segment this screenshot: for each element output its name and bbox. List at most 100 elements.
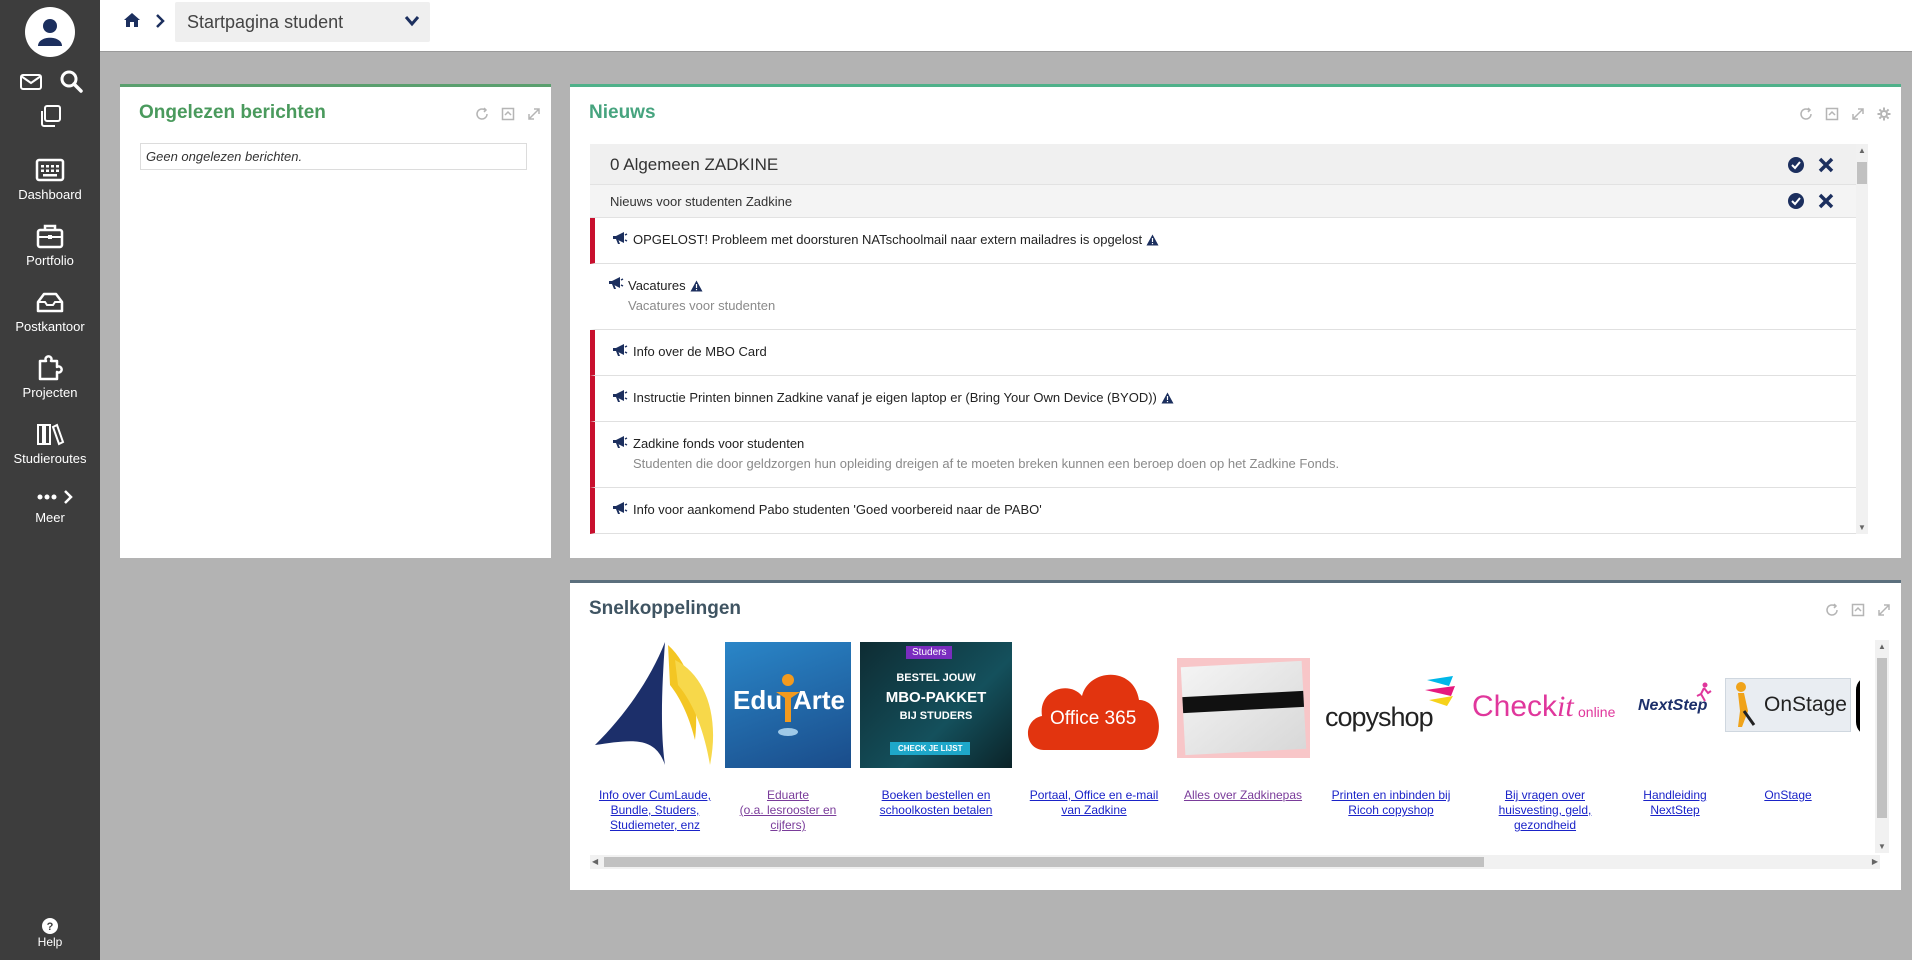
more-icon (37, 490, 73, 504)
news-item-title: Vacatures (628, 278, 703, 293)
minimize-icon[interactable] (501, 107, 515, 121)
quicklink-caption[interactable]: Printen en inbinden bij Ricoh copyshop (1316, 788, 1466, 818)
quicklinks-vscrollbar[interactable]: ▲ ▼ (1875, 640, 1889, 853)
empty-message: Geen ongelezen berichten. (140, 143, 527, 170)
news-item-title: Zadkine fonds voor studenten (633, 436, 805, 451)
news-sub-header[interactable]: Nieuws voor studenten Zadkine (590, 185, 1860, 218)
copy-icon[interactable] (38, 104, 62, 128)
refresh-icon[interactable] (1799, 107, 1813, 121)
panel-berichten: Ongelezen berichten Geen ongelezen beric… (120, 84, 551, 558)
quicklink-checkit[interactable]: Check it online Bij vragen over huisvesti… (1470, 640, 1620, 832)
gear-icon[interactable] (1877, 107, 1891, 121)
quicklink-caption[interactable]: Portaal, Office en e-mail van Zadkine (1019, 788, 1169, 818)
quicklink-eduarte[interactable]: Edu Arte Eduarte (o.a. lesrooster en cijfe… (725, 640, 851, 832)
refresh-icon[interactable] (1825, 603, 1839, 617)
user-icon (38, 19, 62, 46)
onstage-logo: OnStage (1725, 678, 1851, 732)
news-item[interactable]: Instructie Printen binnen Zadkine vanaf … (590, 376, 1860, 422)
news-sub-title: Nieuws voor studenten Zadkine (610, 194, 793, 209)
zadkinepas-card (1176, 658, 1310, 758)
megaphone-icon (609, 277, 624, 289)
studers-logo: Studers BESTEL JOUW MBO-PAKKET BIJ STUDE… (860, 642, 1012, 768)
nav-label: Portfolio (26, 253, 74, 268)
partial-logo (1856, 676, 1860, 736)
news-item-title: OPGELOST! Probleem met doorsturen NATsch… (633, 232, 1159, 247)
header-actions (1788, 157, 1834, 173)
news-group-header[interactable]: 0 Algemeen ZADKINE (590, 144, 1860, 185)
quicklink-cumlaude[interactable]: Info over CumLaude, Bundle, Studers, Studi… (590, 640, 720, 832)
quicklink-zadkinepas[interactable]: Alles over Zadkinepas (1173, 640, 1313, 802)
chevron-down-icon (404, 16, 420, 27)
news-scrollbar[interactable]: ▲ ▼ (1856, 144, 1868, 534)
cumlaude-logo (595, 642, 714, 765)
top-bar: Startpagina student (100, 0, 1912, 52)
quicklink-caption[interactable]: Info over CumLaude, Bundle, Studers, Studi… (590, 788, 720, 833)
svg-text:?: ? (47, 921, 54, 933)
nav-dashboard[interactable]: Dashboard (0, 157, 100, 202)
puzzle-icon (38, 355, 63, 381)
news-item[interactable]: Vacatures Vacatures voor studenten (590, 264, 1860, 330)
panel-title: Snelkoppelingen (589, 598, 742, 619)
quicklink-caption[interactable]: Boeken bestellen en schoolkosten betalen (860, 788, 1012, 818)
check-icon[interactable] (1788, 157, 1804, 173)
refresh-icon[interactable] (475, 107, 489, 121)
nextstep-logo: NextStep (1630, 640, 1720, 770)
nav-projecten[interactable]: Projecten (0, 355, 100, 400)
eduarte-logo: Edu Arte (725, 642, 851, 768)
quicklink-office365[interactable]: Office 365 Portaal, Office en e-mail van … (1019, 640, 1169, 817)
nav-meer[interactable]: Meer (0, 488, 100, 525)
quicklink-caption[interactable]: Bij vragen over huisvesting, geld, gezondh… (1470, 788, 1620, 833)
close-icon[interactable] (1818, 157, 1834, 173)
quicklink-nextstep[interactable]: NextStep Handleiding NextStep (1630, 640, 1720, 817)
quicklink-caption[interactable]: Alles over Zadkinepas (1173, 788, 1313, 803)
expand-icon[interactable] (527, 107, 541, 121)
quicklink-onstage[interactable]: OnStage OnStage (1724, 640, 1852, 802)
panel-tools (475, 107, 541, 121)
news-item[interactable]: Zadkine fonds voor studenten Studenten d… (590, 422, 1860, 488)
warning-icon (1146, 234, 1159, 246)
check-icon[interactable] (1788, 193, 1804, 209)
mail-icon[interactable] (19, 70, 43, 94)
search-icon[interactable] (59, 69, 83, 93)
scrollbar-thumb[interactable] (604, 857, 1484, 867)
news-item[interactable]: OPGELOST! Probleem met doorsturen NATsch… (590, 218, 1860, 264)
quicklink-partial[interactable] (1856, 640, 1860, 736)
dashboard-icon (35, 158, 65, 182)
megaphone-icon (613, 344, 628, 356)
quicklink-copyshop[interactable]: copyshop Printen en inbinden bij Ricoh co… (1316, 640, 1466, 817)
minimize-icon[interactable] (1825, 107, 1839, 121)
quicklink-caption[interactable]: OnStage (1724, 788, 1852, 803)
chevron-right-icon (156, 14, 165, 28)
megaphone-icon (613, 232, 628, 244)
news-list: 0 Algemeen ZADKINE Nieuws voor studenten… (590, 144, 1870, 534)
office365-logo: Office 365 (1024, 640, 1164, 770)
quicklink-studers[interactable]: Studers BESTEL JOUW MBO-PAKKET BIJ STUDE… (860, 640, 1012, 817)
expand-icon[interactable] (1851, 107, 1865, 121)
scrollbar-thumb[interactable] (1877, 658, 1887, 818)
nav-label: Postkantoor (15, 319, 85, 334)
page-select-value: Startpagina student (187, 12, 344, 32)
scrollbar-thumb[interactable] (1857, 162, 1867, 184)
nav-postkantoor[interactable]: Postkantoor (0, 289, 100, 334)
user-avatar[interactable] (25, 7, 75, 57)
quicklink-caption[interactable]: Eduarte (o.a. lesrooster en cijfers) (725, 788, 851, 833)
page-select[interactable]: Startpagina student (175, 2, 430, 42)
panel-tools (1825, 603, 1891, 617)
news-item[interactable]: Info over de MBO Card (590, 330, 1860, 376)
quicklink-caption[interactable]: Handleiding NextStep (1630, 788, 1720, 818)
close-icon[interactable] (1818, 193, 1834, 209)
nav-portfolio[interactable]: Portfolio (0, 223, 100, 268)
news-group-title: 0 Algemeen ZADKINE (610, 155, 779, 174)
help-button[interactable]: ? Help (0, 918, 100, 949)
news-item[interactable]: Info voor aankomend Pabo studenten 'Goed… (590, 488, 1860, 534)
minimize-icon[interactable] (1851, 603, 1865, 617)
home-icon[interactable] (123, 12, 141, 28)
nav-studieroutes[interactable]: Studieroutes (0, 421, 100, 466)
expand-icon[interactable] (1877, 603, 1891, 617)
briefcase-icon (36, 224, 64, 249)
panel-snelkoppelingen: Snelkoppelingen Info over CumLaude, Bundl… (570, 580, 1901, 890)
megaphone-icon (613, 390, 628, 402)
quicklinks-hscrollbar[interactable]: ◀ ▶ (590, 855, 1880, 869)
help-icon: ? (42, 918, 58, 934)
sidebar: Dashboard Portfolio Postkantoor Projecte… (0, 0, 100, 960)
